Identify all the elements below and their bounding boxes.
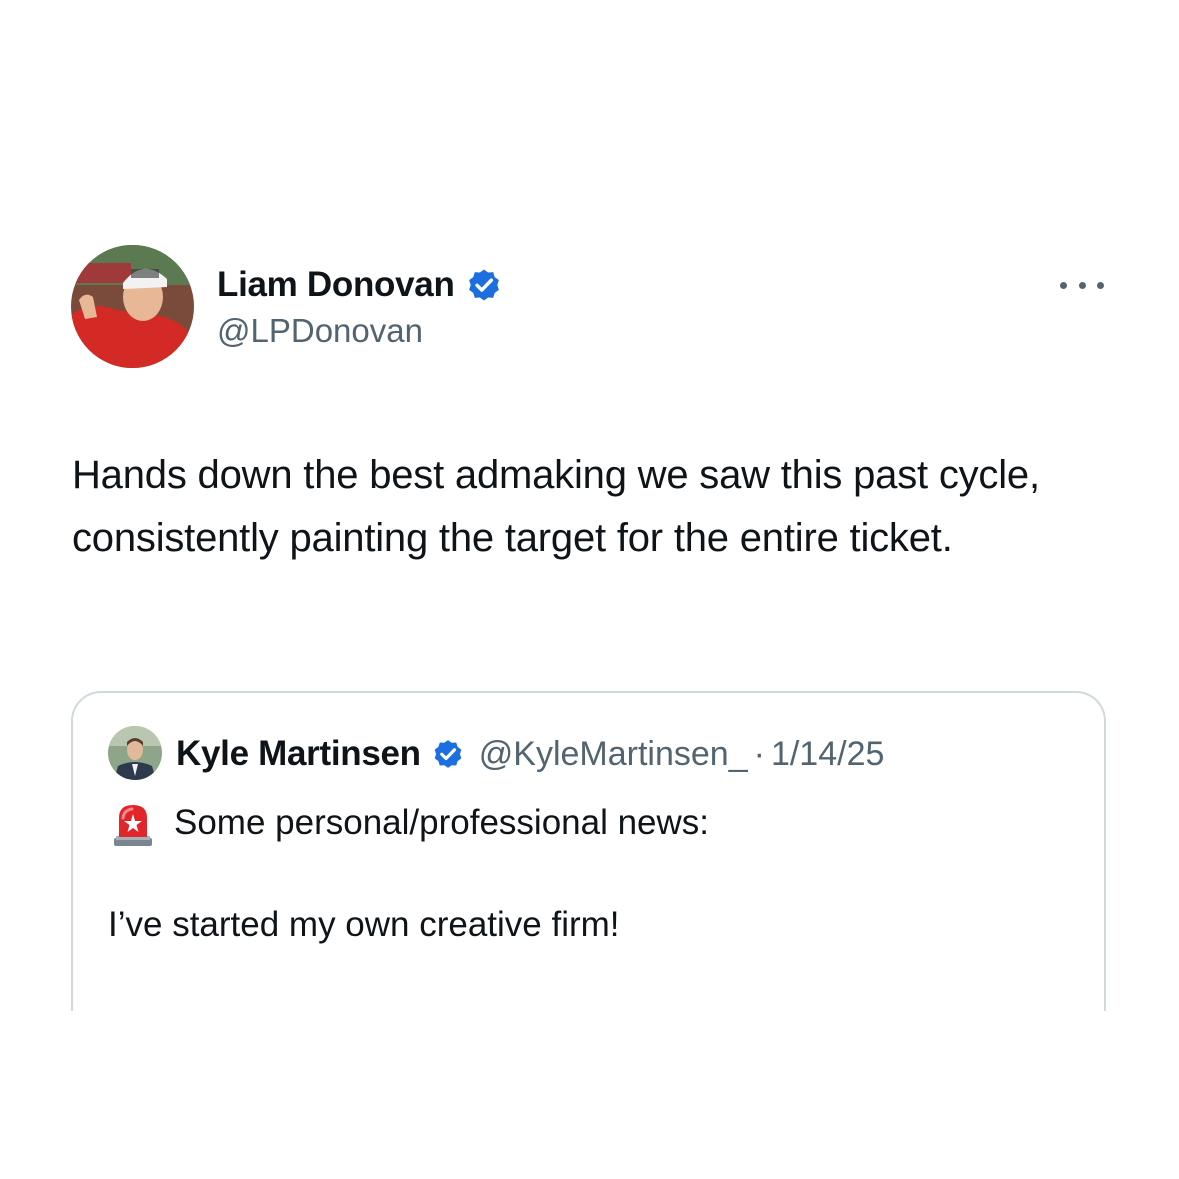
quoted-author-handle[interactable]: @KyleMartinsen_ [479,735,748,774]
author-avatar[interactable] [71,245,194,368]
quoted-tweet-line-1: Some personal/professional news: [108,798,709,848]
author-name[interactable]: Liam Donovan [217,265,455,305]
more-dot [1097,281,1104,289]
tweet-text: Hands down the best admaking we saw this… [72,453,1040,560]
verified-badge-icon [431,737,465,771]
quoted-tweet-text-line-1: Some personal/professional news: [174,803,710,842]
quoted-author-avatar[interactable] [108,726,162,780]
siren-emoji-icon [108,798,158,848]
quoted-author-avatar-image [108,726,162,780]
author-avatar-image [71,245,194,368]
more-dot [1078,281,1086,289]
more-options-icon[interactable] [1060,270,1104,300]
verified-badge-icon [465,266,503,304]
quoted-tweet-text-line-2: I’ve started my own creative firm! [108,905,620,944]
header-separator: · [753,734,765,773]
quoted-tweet-header[interactable]: Kyle Martinsen @KyleMartinsen_ · 1/14/25 [176,731,884,777]
quoted-author-name[interactable]: Kyle Martinsen [176,734,421,774]
quoted-tweet-date[interactable]: 1/14/25 [771,735,884,774]
more-dot [1060,281,1067,289]
author-name-row[interactable]: Liam Donovan [217,262,503,308]
tweet-screenshot: Liam Donovan @LPDonovan Hands down the b… [0,0,1179,1179]
author-handle[interactable]: @LPDonovan [217,312,423,350]
